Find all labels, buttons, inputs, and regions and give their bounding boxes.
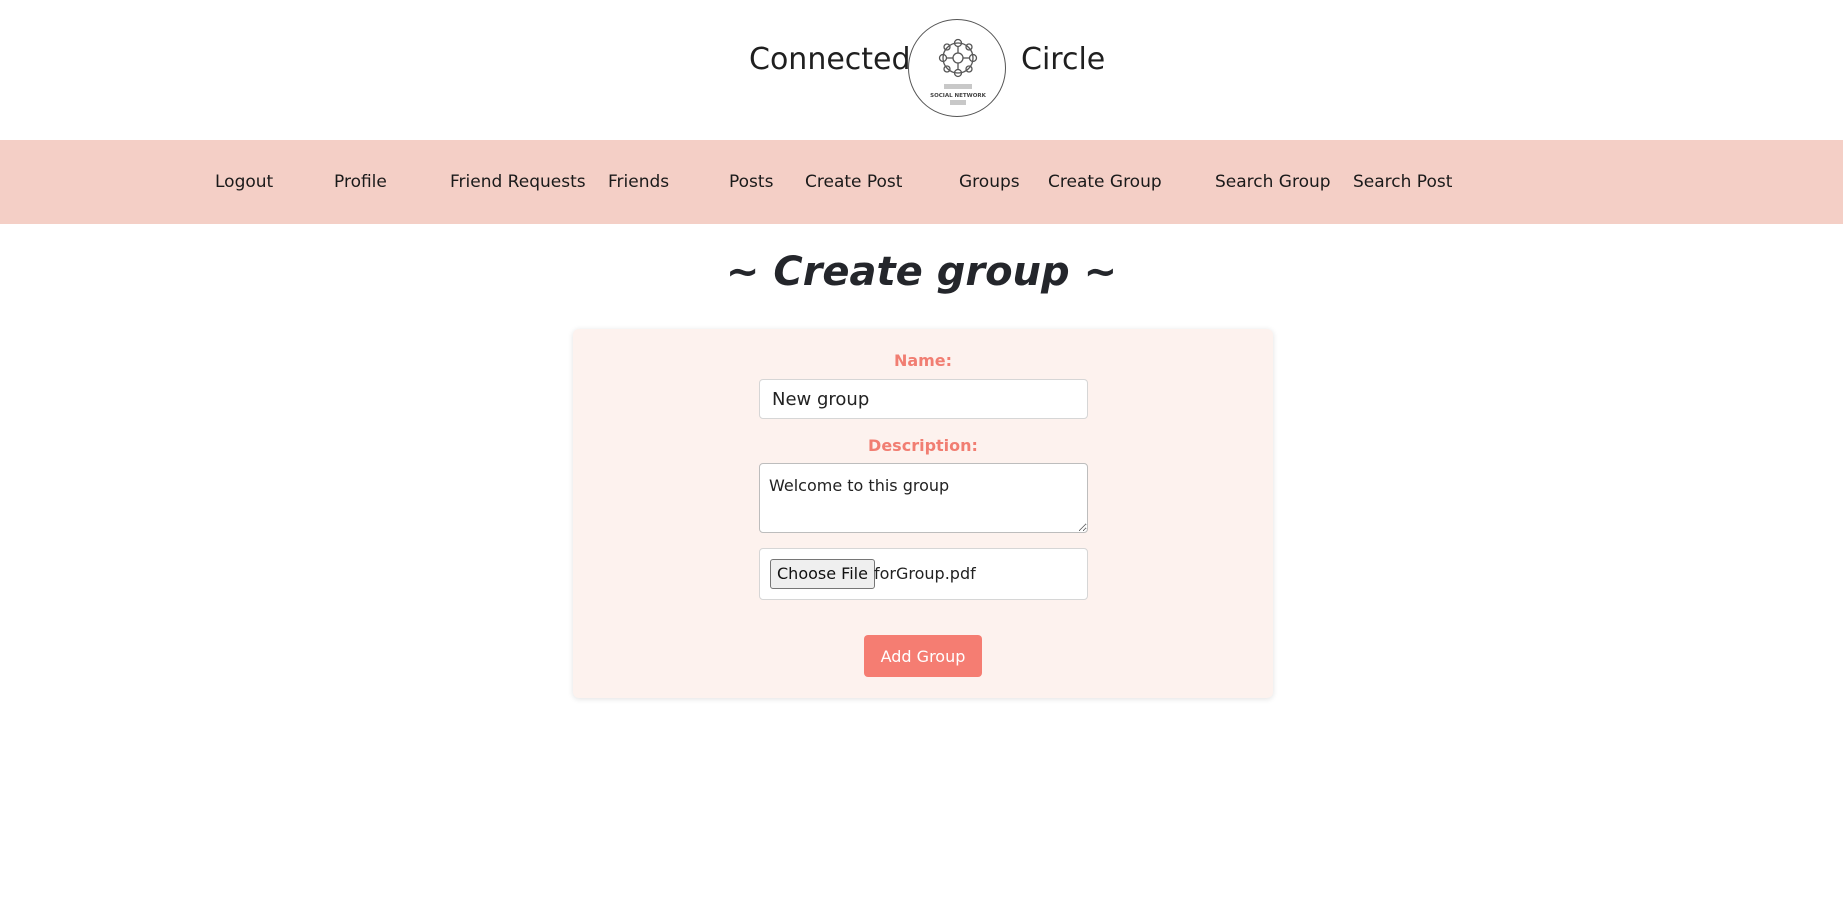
- description-label: Description:: [868, 436, 978, 455]
- logo-caption: SOCIAL NETWORK: [930, 93, 986, 99]
- add-group-button[interactable]: Add Group: [864, 635, 982, 677]
- name-label: Name:: [893, 351, 953, 370]
- nav-search-post[interactable]: Search Post: [1353, 170, 1452, 194]
- nav-groups[interactable]: Groups: [959, 170, 1020, 194]
- group-name-input[interactable]: [759, 379, 1088, 419]
- file-upload-field[interactable]: Choose File forGroup.pdf: [759, 548, 1088, 600]
- site-header: Connected SOCIAL NETWORK Circle: [0, 0, 1843, 140]
- brand-name-right: Circle: [1021, 42, 1106, 77]
- nav-create-post[interactable]: Create Post: [805, 170, 902, 194]
- page-title: ~ Create group ~: [725, 249, 1118, 295]
- nav-logout[interactable]: Logout: [215, 170, 273, 194]
- network-logo-icon[interactable]: SOCIAL NETWORK: [908, 19, 1006, 117]
- nav-profile[interactable]: Profile: [334, 170, 387, 194]
- nav-friends[interactable]: Friends: [608, 170, 669, 194]
- main-navigation: Logout Profile Friend Requests Friends P…: [0, 140, 1843, 224]
- nav-search-group[interactable]: Search Group: [1215, 170, 1331, 194]
- create-group-form: Name: Description: Welcome to this group…: [573, 329, 1273, 698]
- choose-file-button[interactable]: Choose File: [770, 559, 875, 589]
- group-description-textarea[interactable]: Welcome to this group: [759, 463, 1088, 533]
- logo-graphic: SOCIAL NETWORK: [930, 38, 987, 105]
- brand-name-left: Connected: [749, 42, 911, 77]
- nav-create-group[interactable]: Create Group: [1048, 170, 1162, 194]
- nav-posts[interactable]: Posts: [729, 170, 773, 194]
- nav-friend-requests[interactable]: Friend Requests: [450, 170, 586, 194]
- selected-file-name: forGroup.pdf: [874, 564, 976, 583]
